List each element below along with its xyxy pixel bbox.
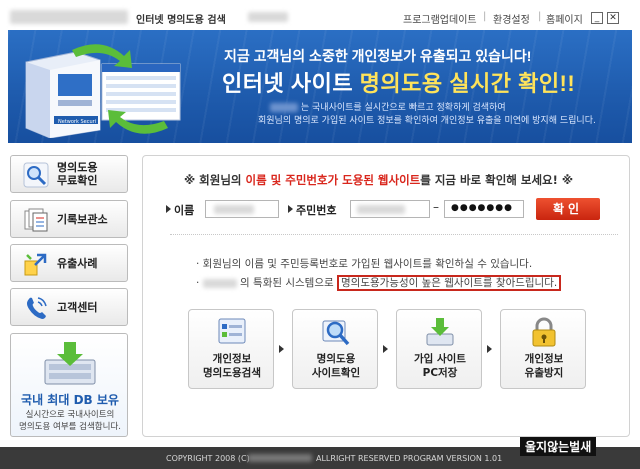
- database-download-icon: [44, 342, 96, 385]
- step-2: 명의도용 사이트확인: [292, 309, 378, 389]
- confirm-button[interactable]: 확인: [536, 198, 600, 220]
- step-3: 가입 사이트 PC저장: [396, 309, 482, 389]
- sidebar-item-support[interactable]: 고객센터: [10, 288, 128, 326]
- sidebar-item-leak-cases[interactable]: 유출사례: [10, 244, 128, 282]
- ssn-dash: –: [433, 200, 439, 214]
- banner-sub2: 회원님의 명의로 가입된 사이트 정보를 확인하여 개인정보 유출을 미연에 방…: [258, 116, 596, 126]
- footer-copyright: COPYRIGHT 2008 (C): [166, 454, 250, 463]
- banner: Network Securi 지금 고객님의 소중한 개인정보가 유출되고 있습…: [8, 30, 632, 143]
- info-line-2: · 의 특화된 시스템으로 명의도용가능성이 높은 웹사이트를 찾아드립니다.: [196, 275, 562, 291]
- highlight-box: 명의도용가능성이 높은 웹사이트를 찾아드립니다.: [337, 275, 562, 291]
- ssn-back-input[interactable]: ●●●●●●●: [444, 200, 524, 218]
- db-sub1: 실시간으로 국내사이트의: [25, 410, 115, 420]
- update-link[interactable]: 프로그램업데이트: [403, 11, 477, 26]
- homepage-link[interactable]: 홈페이지: [546, 11, 583, 26]
- close-button[interactable]: ✕: [607, 12, 619, 24]
- footer-version: ALLRIGHT RESERVED PROGRAM VERSION 1.01: [316, 454, 503, 463]
- padlock-icon: [532, 317, 556, 347]
- db-promo-box: 국내 최대 DB 보유 실시간으로 국내사이트의 명의도용 여부를 검색합니다.: [10, 333, 128, 437]
- title-blur: [248, 12, 288, 22]
- minimize-button[interactable]: _: [591, 12, 603, 24]
- window-title: 인터넷 명의도용 검색: [136, 15, 226, 26]
- title-bar: 인터넷 명의도용 검색 프로그램업데이트 | 환경설정 | 홈페이지 _ ✕: [0, 0, 640, 34]
- download-disk-icon: [426, 318, 454, 346]
- magnifier-icon: [23, 162, 49, 188]
- site-search-icon: [322, 320, 350, 346]
- arrows-icon: [24, 253, 47, 276]
- sidebar-item-free-check[interactable]: 명의도용 무료확인: [10, 155, 128, 193]
- step-1: 개인정보 명의도용검색: [188, 309, 274, 389]
- name-label: 이름: [174, 204, 195, 217]
- db-title: 국내 최대 DB 보유: [21, 393, 119, 407]
- form-checklist-icon: [218, 318, 246, 344]
- sidebar-item-records[interactable]: 기록보관소: [10, 200, 128, 238]
- info-line-1: · 회원님의 이름 및 주민등록번호로 가입된 웹사이트를 확인하실 수 있습니…: [196, 258, 533, 270]
- step-4: 개인정보 유출방지: [500, 309, 586, 389]
- product-box-icon: Network Securi: [25, 44, 181, 138]
- documents-icon: [24, 208, 48, 232]
- form-headline: ※ 회원님의 이름 및 주민번호가 도용된 웹사이트를 지금 바로 확인해 보세…: [184, 173, 574, 187]
- banner-sub1: 는 국내사이트를 실시간으로 빠르고 정확하게 검색하여: [270, 102, 506, 115]
- ssn-front-input[interactable]: [350, 200, 430, 218]
- banner-title: 인터넷 사이트 명의도용 실시간 확인!!: [222, 71, 576, 96]
- settings-link[interactable]: 환경설정: [493, 11, 530, 26]
- watermark: 울지않는벌새: [520, 437, 597, 456]
- name-input[interactable]: [205, 200, 279, 218]
- app-logo: [10, 10, 128, 24]
- svg-text:Network Securi: Network Securi: [58, 119, 96, 125]
- divider: [170, 234, 618, 235]
- footer: COPYRIGHT 2008 (C) ALLRIGHT RESERVED PRO…: [0, 437, 640, 469]
- banner-headline: 지금 고객님의 소중한 개인정보가 유출되고 있습니다!: [224, 48, 532, 64]
- ssn-label: 주민번호: [296, 204, 337, 217]
- db-sub2: 명의도용 여부를 검색합니다.: [19, 422, 121, 432]
- phone-icon: [27, 297, 47, 319]
